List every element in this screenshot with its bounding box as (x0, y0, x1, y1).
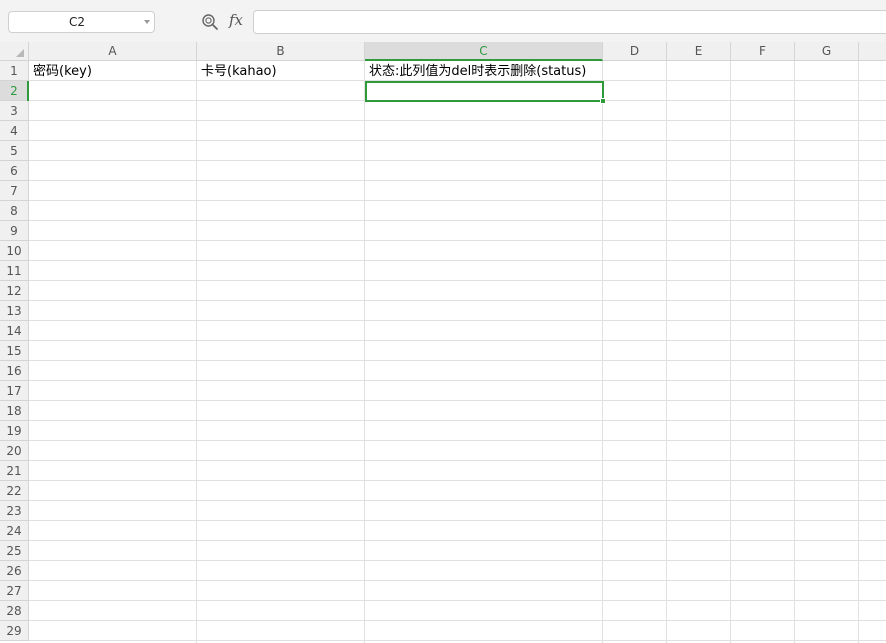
column-header-a[interactable]: A (29, 42, 197, 61)
row-header-12[interactable]: 12 (0, 281, 29, 301)
row-header-28[interactable]: 28 (0, 601, 29, 621)
row-header-15[interactable]: 15 (0, 341, 29, 361)
cell-c1[interactable]: 状态:此列值为del时表示删除(status) (369, 62, 586, 82)
row-header-23[interactable]: 23 (0, 501, 29, 521)
row-header-6[interactable]: 6 (0, 161, 29, 181)
row-header-2[interactable]: 2 (0, 81, 29, 101)
zoom-icon[interactable] (201, 13, 219, 31)
name-box[interactable]: C2 (8, 11, 155, 33)
cell-b1[interactable]: 卡号(kahao) (201, 62, 277, 82)
formula-toolbar: C2 fx (0, 0, 886, 42)
name-box-value: C2 (68, 15, 85, 29)
row-header-14[interactable]: 14 (0, 321, 29, 341)
select-all-triangle-icon (16, 49, 24, 57)
column-header-f[interactable]: F (731, 42, 795, 61)
row-header-20[interactable]: 20 (0, 441, 29, 461)
cell-a1[interactable]: 密码(key) (33, 62, 92, 82)
row-header-7[interactable]: 7 (0, 181, 29, 201)
row-header-10[interactable]: 10 (0, 241, 29, 261)
row-header-4[interactable]: 4 (0, 121, 29, 141)
row-header-19[interactable]: 19 (0, 421, 29, 441)
column-header-c[interactable]: C (365, 42, 603, 61)
row-header-24[interactable]: 24 (0, 521, 29, 541)
row-header-11[interactable]: 11 (0, 261, 29, 281)
cell-grid[interactable] (29, 61, 886, 643)
row-header-18[interactable]: 18 (0, 401, 29, 421)
active-cell-c2[interactable] (365, 81, 604, 102)
row-header-22[interactable]: 22 (0, 481, 29, 501)
fill-handle[interactable] (600, 98, 606, 104)
row-header-25[interactable]: 25 (0, 541, 29, 561)
row-header-29[interactable]: 29 (0, 621, 29, 641)
formula-input[interactable] (253, 10, 886, 34)
row-header-26[interactable]: 26 (0, 561, 29, 581)
column-header-overflow (859, 42, 886, 61)
row-header-8[interactable]: 8 (0, 201, 29, 221)
select-all-corner[interactable] (0, 42, 29, 61)
row-header-17[interactable]: 17 (0, 381, 29, 401)
row-header-16[interactable]: 16 (0, 361, 29, 381)
column-header-g[interactable]: G (795, 42, 859, 61)
row-header-13[interactable]: 13 (0, 301, 29, 321)
column-header-b[interactable]: B (197, 42, 365, 61)
row-header-21[interactable]: 21 (0, 461, 29, 481)
row-header-3[interactable]: 3 (0, 101, 29, 121)
row-header-1[interactable]: 1 (0, 61, 29, 81)
chevron-down-icon[interactable] (144, 20, 150, 24)
row-header-5[interactable]: 5 (0, 141, 29, 161)
row-header-27[interactable]: 27 (0, 581, 29, 601)
fx-icon[interactable]: fx (229, 11, 243, 29)
row-header-9[interactable]: 9 (0, 221, 29, 241)
column-header-e[interactable]: E (667, 42, 731, 61)
column-header-d[interactable]: D (603, 42, 667, 61)
